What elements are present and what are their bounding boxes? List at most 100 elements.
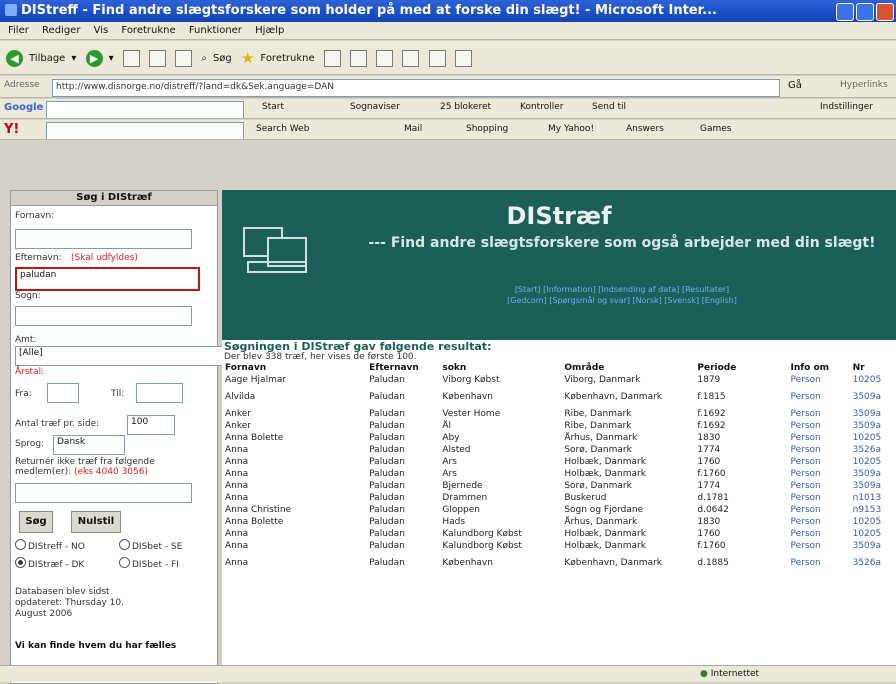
cell-nr-link[interactable]: 10205: [850, 432, 894, 444]
search-submit-button[interactable]: Søg: [19, 511, 53, 533]
cell-nr-link[interactable]: 10205: [850, 374, 894, 386]
col-efternavn[interactable]: Efternavn: [366, 362, 439, 374]
col-omraade[interactable]: Område: [561, 362, 694, 374]
history-icon[interactable]: [323, 49, 341, 67]
search-icon[interactable]: ⌕: [201, 53, 207, 64]
yahoo-my-yahoo[interactable]: My Yahoo!: [548, 124, 594, 134]
col-sokn[interactable]: sokn: [439, 362, 561, 374]
cell-omraade: Holbæk, Danmark: [564, 457, 646, 467]
cell-info-link[interactable]: Person: [788, 552, 850, 574]
radio-distraef-dk[interactable]: DIStræf - DK: [15, 557, 84, 570]
menu-favorites[interactable]: Foretrukne: [121, 25, 175, 36]
favorites-button[interactable]: Foretrukne: [260, 53, 314, 64]
edit-icon[interactable]: [402, 49, 420, 67]
cell-info-link[interactable]: Person: [788, 468, 850, 480]
cell-nr-link[interactable]: 3509a: [850, 468, 894, 480]
cell-sokn: Vester Home: [442, 409, 501, 419]
til-input[interactable]: [136, 383, 183, 403]
mail-icon[interactable]: [350, 49, 368, 67]
maximize-button[interactable]: [856, 3, 874, 21]
address-input[interactable]: http://www.disnorge.no/distreff/?land=dk…: [52, 79, 780, 97]
yahoo-search-input[interactable]: [46, 122, 244, 139]
forward-icon[interactable]: ▶: [85, 49, 103, 67]
sprog-select[interactable]: Dansk: [53, 435, 125, 455]
google-search-input[interactable]: [46, 101, 244, 118]
cell-info-link[interactable]: Person: [788, 386, 850, 408]
cell-nr-link[interactable]: n1013: [850, 492, 894, 504]
menu-edit[interactable]: Rediger: [42, 25, 80, 36]
antal-select[interactable]: 100: [127, 415, 175, 435]
cell-nr-link[interactable]: 3509a: [850, 480, 894, 492]
yahoo-answers[interactable]: Answers: [626, 124, 664, 134]
cell-nr-link[interactable]: 10205: [850, 516, 894, 528]
cell-nr-link[interactable]: 3526a: [850, 444, 894, 456]
google-send-to[interactable]: Send til: [592, 102, 626, 112]
stop-icon[interactable]: [122, 49, 140, 67]
sogn-input[interactable]: [15, 306, 192, 326]
banner-nav-line2[interactable]: [Gedcom] [Spørgsmål og svar] [Norsk] [Sv…: [382, 295, 862, 306]
cell-nr-link[interactable]: 10205: [850, 456, 894, 468]
banner-nav-line1[interactable]: [Start] [Information] [Indsending af dat…: [382, 284, 862, 295]
ie-icon: [5, 4, 17, 16]
reset-button[interactable]: Nulstil: [71, 511, 121, 533]
cell-info-link[interactable]: Person: [788, 408, 850, 420]
cell-info-link[interactable]: Person: [788, 540, 850, 552]
print-icon[interactable]: [376, 49, 394, 67]
yahoo-mail[interactable]: Mail: [404, 124, 422, 134]
cell-info-link[interactable]: Person: [788, 528, 850, 540]
cell-nr-link[interactable]: 3526a: [850, 552, 894, 574]
col-periode[interactable]: Periode: [694, 362, 787, 374]
google-popup-blocked[interactable]: 25 blokeret: [440, 102, 491, 112]
cell-info-link[interactable]: Person: [788, 504, 850, 516]
folder-icon[interactable]: [428, 49, 446, 67]
radio-icon: [15, 539, 26, 550]
yahoo-search-web[interactable]: Search Web: [256, 124, 309, 134]
col-nr[interactable]: Nr: [850, 362, 894, 374]
fra-input[interactable]: [47, 383, 79, 403]
fornavn-input[interactable]: [15, 229, 192, 249]
favorites-icon[interactable]: ★: [241, 49, 254, 67]
cell-info-link[interactable]: Person: [788, 432, 850, 444]
cell-info-link[interactable]: Person: [788, 456, 850, 468]
col-fornavn[interactable]: Fornavn: [222, 362, 366, 374]
radio-distreff-no[interactable]: DIStreff - NO: [15, 539, 85, 552]
minimize-button[interactable]: [836, 3, 854, 21]
search-button[interactable]: Søg: [213, 53, 232, 64]
cell-nr-link[interactable]: 10205: [850, 528, 894, 540]
yahoo-games[interactable]: Games: [700, 124, 731, 134]
cell-info-link[interactable]: Person: [788, 374, 850, 386]
back-icon[interactable]: ◀: [6, 49, 23, 67]
cell-nr-link[interactable]: 3509a: [850, 420, 894, 432]
google-settings[interactable]: Indstillinger: [820, 102, 873, 112]
refresh-icon[interactable]: [148, 49, 166, 67]
radio-disbet-se[interactable]: DISbet - SE: [119, 539, 182, 552]
cell-info-link[interactable]: Person: [788, 492, 850, 504]
back-label[interactable]: Tilbage: [29, 53, 65, 64]
col-info[interactable]: Info om: [788, 362, 850, 374]
cell-nr-link[interactable]: 3509a: [850, 386, 894, 408]
cell-info-link[interactable]: Person: [788, 516, 850, 528]
google-check[interactable]: Kontroller: [520, 102, 563, 112]
efternavn-input[interactable]: paludan: [15, 267, 200, 291]
cell-info-link[interactable]: Person: [788, 420, 850, 432]
cell-nr-link[interactable]: 3509a: [850, 540, 894, 552]
cell-nr-link[interactable]: n9153: [850, 504, 894, 516]
menu-file[interactable]: Filer: [8, 25, 29, 36]
go-button[interactable]: Gå: [788, 80, 802, 91]
google-sognaviser[interactable]: Sognaviser: [350, 102, 400, 112]
returner-input[interactable]: [15, 483, 192, 503]
close-button[interactable]: [876, 3, 894, 21]
yahoo-shopping[interactable]: Shopping: [466, 124, 508, 134]
menu-view[interactable]: Vis: [94, 25, 109, 36]
cell-info-link[interactable]: Person: [788, 444, 850, 456]
links-label[interactable]: Hyperlinks: [840, 80, 888, 90]
google-start[interactable]: Start: [262, 102, 284, 112]
home-icon[interactable]: [175, 49, 193, 67]
menu-help[interactable]: Hjælp: [255, 25, 284, 36]
radio-disbet-fi[interactable]: DISbet - FI: [119, 557, 179, 570]
cell-nr-link[interactable]: 3509a: [850, 408, 894, 420]
messenger-icon[interactable]: [454, 49, 472, 67]
cell-info-link[interactable]: Person: [788, 480, 850, 492]
amt-select[interactable]: [Alle]: [15, 346, 223, 366]
menu-tools[interactable]: Funktioner: [189, 25, 242, 36]
